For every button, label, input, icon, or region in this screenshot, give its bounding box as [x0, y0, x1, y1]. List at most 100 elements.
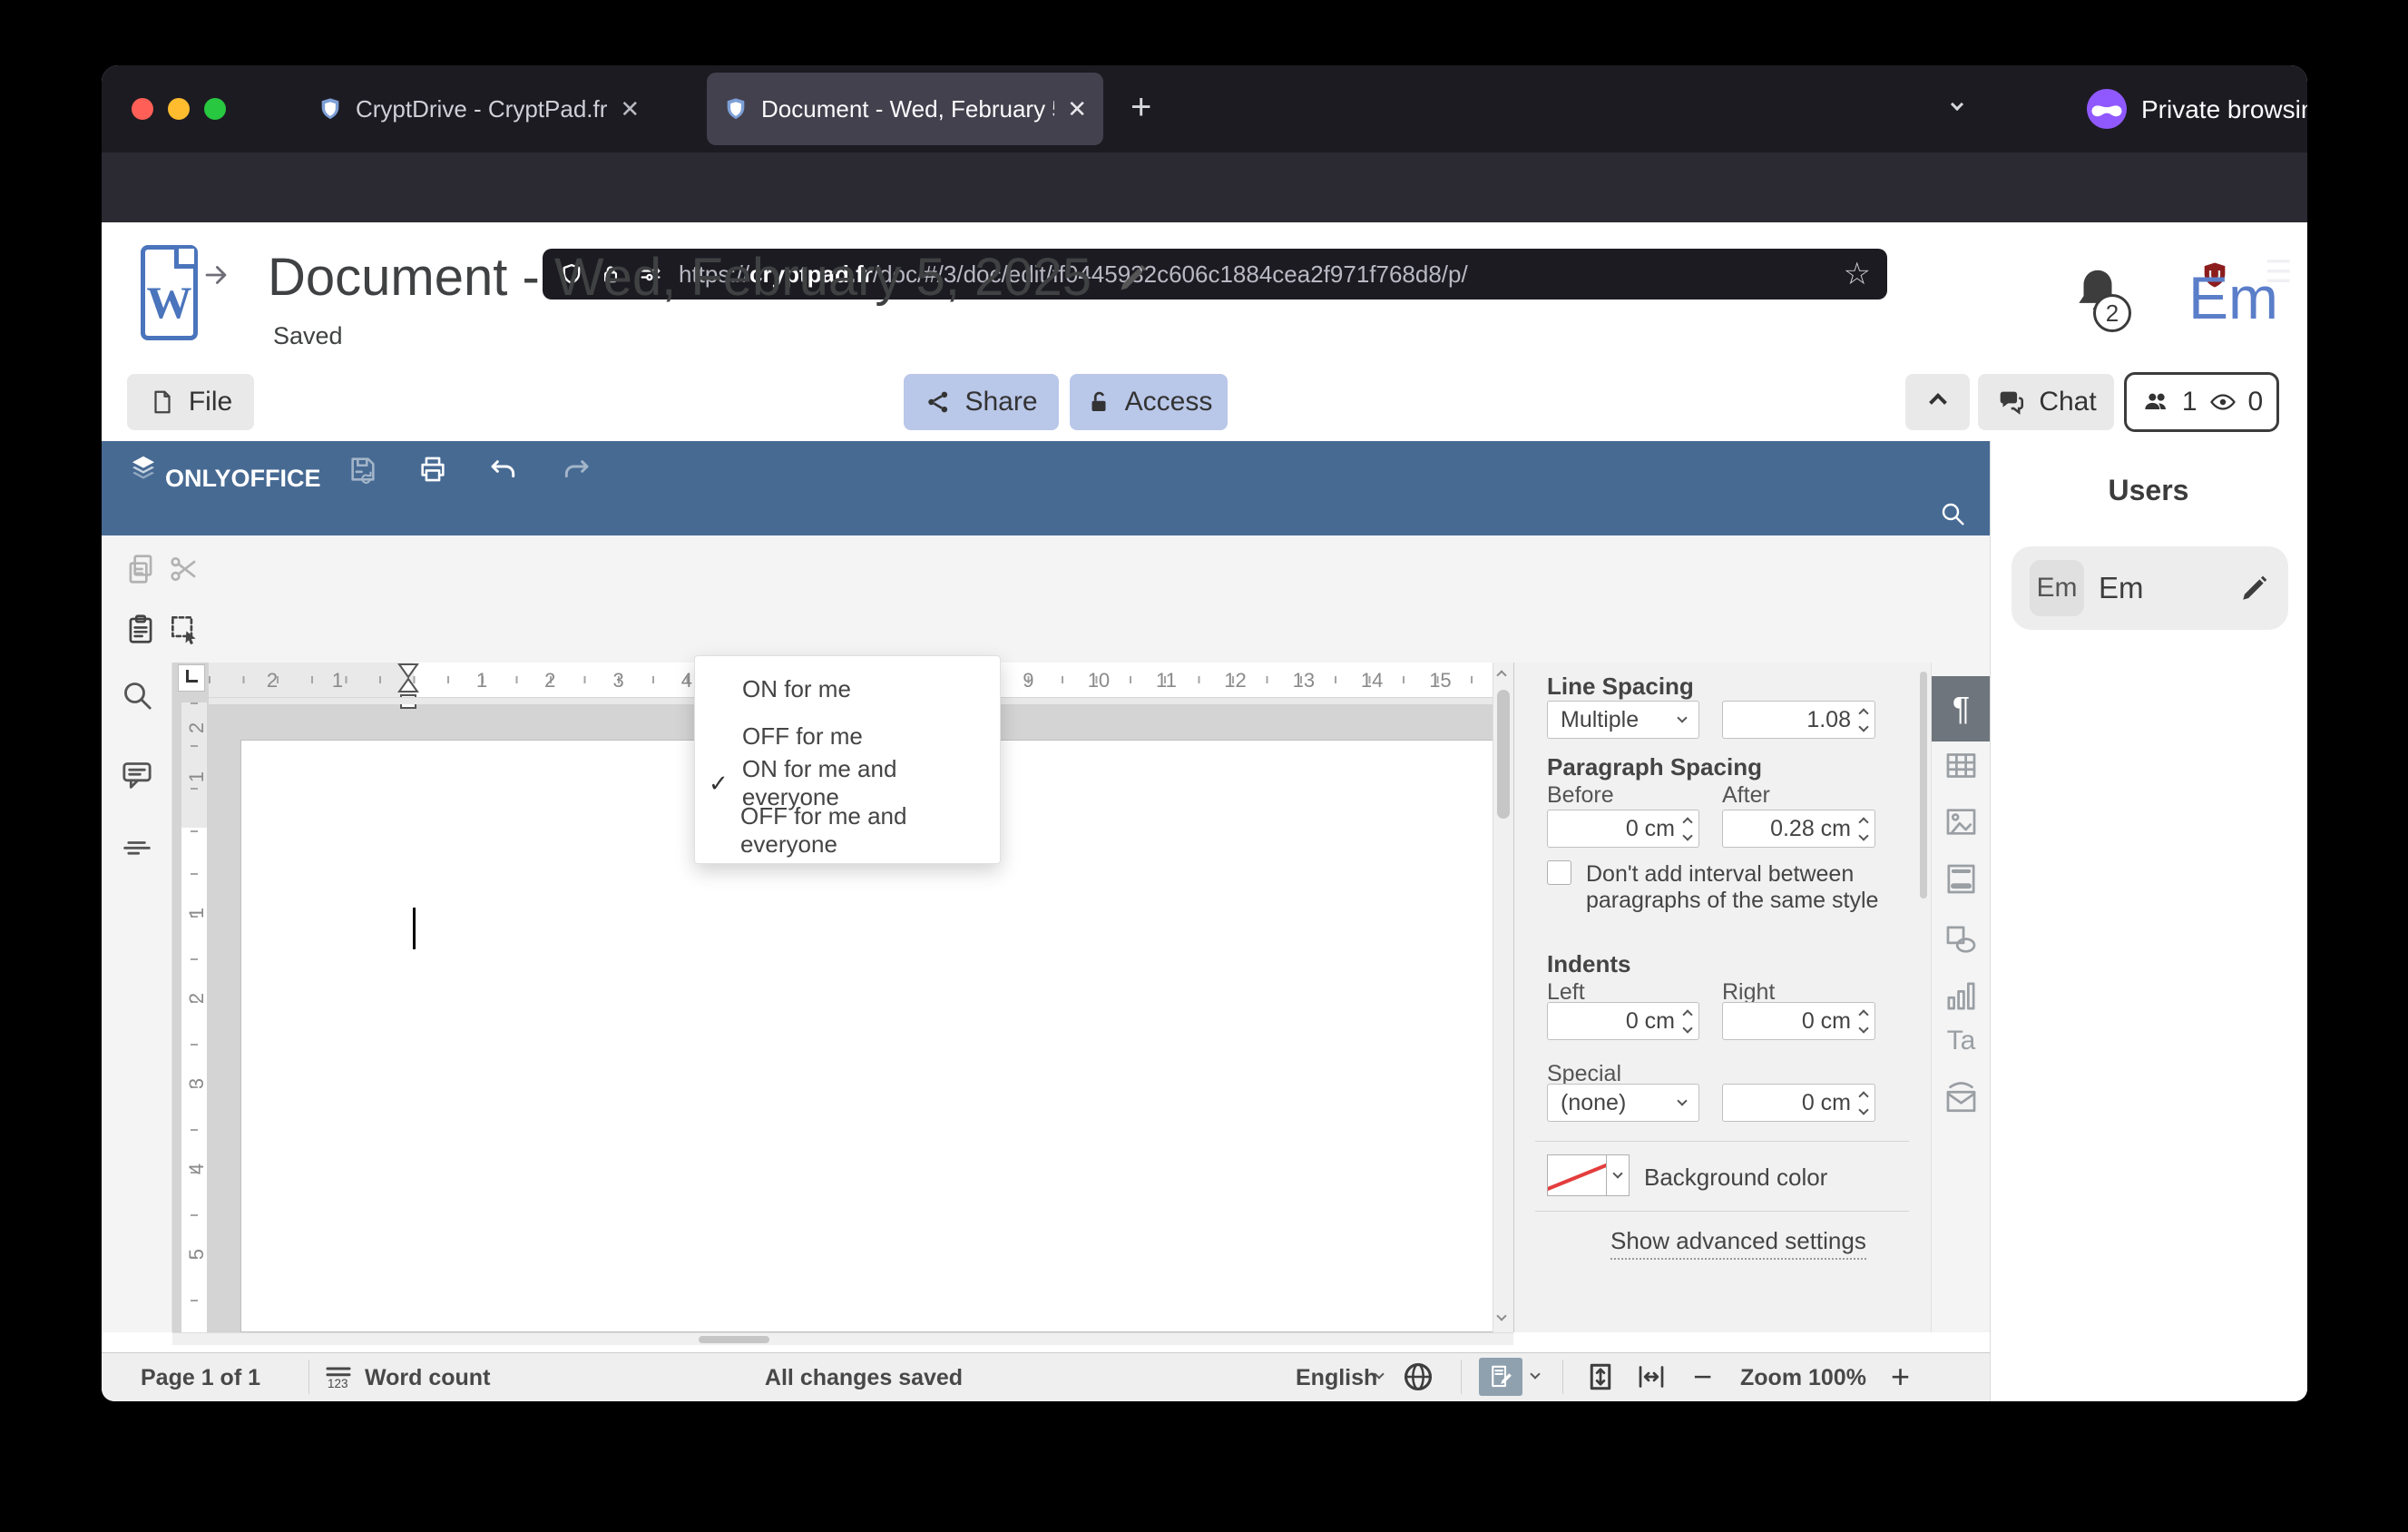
spellcheck-globe-icon[interactable] — [1401, 1360, 1435, 1394]
text-art-settings-tab[interactable]: Ta — [1941, 1026, 1982, 1056]
spinner-arrows[interactable] — [1858, 1008, 1869, 1034]
vertical-ruler[interactable]: 21 123456 — [181, 702, 208, 1345]
ruler-number: 2 — [266, 669, 279, 692]
spacing-before-spinner[interactable]: 0 cm — [1547, 810, 1699, 848]
access-button[interactable]: Access — [1070, 374, 1228, 430]
file-menu-button[interactable]: File — [127, 374, 254, 430]
zoom-in-button[interactable]: + — [1891, 1358, 1910, 1396]
ruler-number: 12 — [1224, 669, 1247, 692]
ruler-number: 4 — [185, 1163, 208, 1175]
scrollbar-thumb[interactable] — [699, 1336, 769, 1343]
paragraph-spacing-label: Paragraph Spacing — [1547, 753, 1762, 781]
edit-title-pencil-icon[interactable] — [1117, 261, 1150, 294]
document-title[interactable]: Document - Wed, February 5, 2025 — [268, 247, 1150, 308]
menu-item[interactable]: OFF for me and everyone — [695, 802, 1000, 858]
header-footer-settings-tab[interactable] — [1943, 860, 1980, 898]
ruler-number: 2 — [544, 669, 556, 692]
editor-search-icon[interactable] — [1938, 499, 1967, 528]
bookmark-star-icon[interactable]: ☆ — [1844, 256, 1871, 292]
tab-stop-selector[interactable] — [178, 664, 205, 692]
tab-title: CryptDrive - CryptPad.fr — [356, 94, 608, 123]
share-button[interactable]: Share — [904, 374, 1059, 430]
fit-width-icon[interactable] — [1635, 1360, 1668, 1393]
indent-right-spinner[interactable]: 0 cm — [1722, 1002, 1875, 1040]
close-window-button[interactable] — [132, 98, 153, 120]
spinner-arrows[interactable] — [1858, 707, 1869, 732]
check-icon: ✓ — [709, 769, 729, 797]
after-label: After — [1722, 782, 1770, 808]
forward-icon[interactable] — [201, 260, 231, 290]
scrollbar-thumb[interactable] — [1497, 690, 1510, 819]
find-icon[interactable] — [119, 677, 155, 713]
menu-item[interactable]: ON for me — [695, 665, 1000, 712]
spacing-after-spinner[interactable]: 0.28 cm — [1722, 810, 1875, 848]
word-count-button[interactable]: Word count — [365, 1365, 490, 1391]
comments-icon[interactable] — [119, 757, 155, 793]
tab-cryptdrive[interactable]: CryptDrive - CryptPad.fr ✕ — [301, 73, 710, 145]
interval-checkbox[interactable] — [1547, 860, 1571, 885]
panel-scrollbar[interactable] — [1918, 668, 1929, 1327]
cut-icon[interactable] — [167, 552, 201, 586]
extensions-puzzle-icon[interactable] — [2133, 260, 2164, 290]
track-changes-status-toggle[interactable] — [1479, 1358, 1522, 1396]
collapse-toolbar-button[interactable] — [1905, 374, 1970, 430]
menu-item[interactable]: OFF for me — [695, 712, 1000, 760]
line-spacing-amount[interactable]: 1.08 — [1722, 701, 1875, 739]
paragraph-settings-tab[interactable]: ¶ — [1932, 676, 1991, 741]
special-amount-spinner[interactable]: 0 cm — [1722, 1084, 1875, 1122]
chart-settings-tab[interactable] — [1943, 977, 1980, 1015]
track-changes-mini-icon — [1492, 1365, 1512, 1388]
collaboration-ribbon: Co-editing Mode Add Comment Remove Resol… — [102, 535, 1990, 1133]
shape-settings-tab[interactable] — [1943, 921, 1980, 958]
paste-icon[interactable] — [123, 612, 158, 646]
spinner-arrows[interactable] — [1682, 816, 1693, 841]
presence-badge[interactable]: 1 0 — [2124, 372, 2279, 432]
image-settings-tab[interactable] — [1943, 803, 1980, 840]
menu-item[interactable]: ✓ ON for me and everyone — [695, 755, 1000, 810]
ruler-number: 1 — [185, 907, 208, 919]
special-select[interactable]: (none) — [1547, 1084, 1699, 1122]
horizontal-scrollbar[interactable] — [172, 1332, 1513, 1345]
line-spacing-select[interactable]: Multiple — [1547, 701, 1699, 739]
scroll-up-icon[interactable] — [1496, 670, 1507, 681]
spinner-arrows[interactable] — [1858, 1090, 1869, 1115]
new-tab-button[interactable]: + — [1131, 87, 1151, 128]
spinner-arrows[interactable] — [1682, 1008, 1693, 1034]
share-icon — [928, 391, 948, 413]
file-icon — [154, 390, 171, 414]
undo-icon[interactable] — [489, 456, 518, 485]
fit-page-icon[interactable] — [1584, 1360, 1617, 1393]
show-advanced-settings-link[interactable]: Show advanced settings — [1610, 1227, 1866, 1260]
navigation-headings-icon[interactable] — [119, 831, 155, 868]
print-icon[interactable] — [417, 454, 448, 485]
edit-user-pencil-icon[interactable] — [2239, 573, 2270, 604]
vertical-scrollbar[interactable] — [1493, 663, 1513, 1332]
maximize-window-button[interactable] — [204, 98, 226, 120]
mail-merge-settings-tab[interactable] — [1943, 1083, 1980, 1120]
chat-button[interactable]: Chat — [1978, 374, 2114, 430]
zoom-out-button[interactable]: − — [1693, 1358, 1712, 1396]
page-indicator[interactable]: Page 1 of 1 — [141, 1365, 260, 1391]
list-tabs-chevron-icon[interactable] — [1950, 97, 1964, 112]
minimize-window-button[interactable] — [168, 98, 190, 120]
indent-marker[interactable] — [397, 661, 419, 713]
table-settings-tab[interactable] — [1943, 747, 1980, 784]
spinner-arrows[interactable] — [1858, 816, 1869, 841]
tab-close-icon[interactable]: ✕ — [1067, 95, 1087, 123]
indents-label: Indents — [1547, 950, 1631, 977]
background-color-dropdown[interactable] — [1607, 1154, 1630, 1196]
select-all-icon[interactable] — [167, 612, 201, 646]
copy-icon[interactable] — [123, 552, 158, 586]
account-avatar[interactable]: Em — [2188, 263, 2278, 332]
scrollbar-thumb[interactable] — [1920, 672, 1927, 899]
redo-icon[interactable] — [562, 456, 591, 485]
indent-left-spinner[interactable]: 0 cm — [1547, 1002, 1699, 1040]
save-icon[interactable] — [347, 454, 378, 485]
language-selector[interactable]: English — [1296, 1365, 1377, 1391]
background-color-swatch[interactable] — [1547, 1154, 1607, 1196]
scroll-down-icon[interactable] — [1496, 1311, 1507, 1321]
ruler-number: 14 — [1360, 669, 1384, 692]
tab-document-active[interactable]: Document - Wed, February 5, 20 ✕ — [707, 73, 1103, 145]
ruler-number: 3 — [185, 1077, 208, 1090]
tab-close-icon[interactable]: ✕ — [620, 95, 640, 123]
